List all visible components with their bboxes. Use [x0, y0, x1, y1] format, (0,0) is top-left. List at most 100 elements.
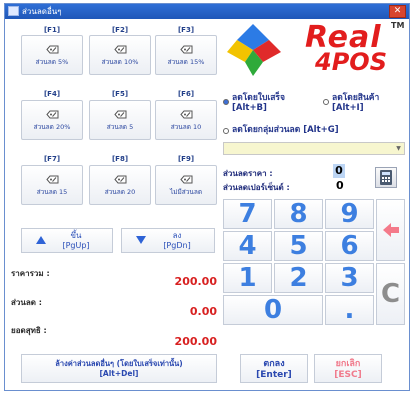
clear-key[interactable]: C — [376, 263, 405, 325]
page-down-line2: [PgDn] — [163, 241, 191, 250]
price-discount-label: ส่วนลดราคา : — [223, 169, 273, 178]
key-9[interactable]: 9 — [325, 199, 374, 229]
discount-button-label: ส่วนลด 10% — [101, 58, 139, 66]
discount-button-label: ส่วนลด 10 — [170, 123, 202, 131]
fkey-label-f9: [F9] — [177, 155, 195, 163]
fkey-label-f5: [F5] — [111, 90, 129, 98]
calculator-button[interactable] — [375, 167, 397, 188]
ok-line2: [Enter] — [256, 370, 292, 380]
percent-discount-label: ส่วนลดเปอร์เซ็นต์ : — [223, 183, 290, 192]
tag-icon — [113, 175, 126, 184]
key-2[interactable]: 2 — [274, 263, 323, 293]
page-up-button[interactable]: ขึ้น [PgUp] — [21, 228, 113, 253]
fkey-label-f3: [F3] — [177, 26, 195, 34]
discount-button-label: ส่วนลด 5 — [106, 123, 134, 131]
discount-button-label: ส่วนลด 15% — [167, 58, 205, 66]
tag-icon — [45, 175, 58, 184]
title-bar: ส่วนลดอื่นๆ ✕ — [5, 4, 409, 19]
discount-10pct-button[interactable]: ส่วนลด 10% — [89, 35, 151, 75]
option-by-receipt-label: ลดโดยใบเสร็จ [Alt+B] — [232, 93, 285, 113]
discount-20pct-button[interactable]: ส่วนลด 20% — [21, 100, 83, 140]
option-by-item-line1: ลดโดยสินค้า — [332, 93, 380, 103]
key-6[interactable]: 6 — [325, 231, 374, 261]
backspace-button[interactable] — [376, 199, 405, 261]
discount-10-baht-button[interactable]: ส่วนลด 10 — [155, 100, 217, 140]
radio-by-group[interactable] — [223, 128, 229, 134]
fkey-label-f1: [F1] — [43, 26, 61, 34]
key-4[interactable]: 4 — [223, 231, 272, 261]
close-button[interactable]: ✕ — [389, 5, 406, 18]
discount-button-label: ส่วนลด 5% — [35, 58, 69, 66]
discount-15-baht-button[interactable]: ส่วนลด 15 — [21, 165, 83, 205]
logo-word-4pos: 4POS — [315, 48, 387, 76]
chevron-down-icon: ▼ — [396, 145, 401, 152]
option-by-receipt-line2: [Alt+B] — [232, 103, 267, 113]
ok-button[interactable]: ตกลง [Enter] — [240, 354, 308, 383]
discount-group-select[interactable]: ▼ — [223, 142, 405, 155]
tag-icon — [45, 110, 58, 119]
arrow-left-icon — [382, 223, 399, 237]
net-label: ยอดสุทธิ : — [11, 326, 47, 335]
tag-icon — [113, 110, 126, 119]
key-5[interactable]: 5 — [274, 231, 323, 261]
option-by-group-label: ลดโดยกลุ่มส่วนลด [Alt+G] — [232, 125, 339, 135]
ok-line1: ตกลง — [263, 359, 285, 369]
discount-15pct-button[interactable]: ส่วนลด 15% — [155, 35, 217, 75]
radio-by-item[interactable] — [323, 99, 329, 105]
key-dot[interactable]: . — [325, 295, 374, 325]
radio-by-receipt[interactable] — [223, 99, 229, 105]
arrow-up-icon — [36, 236, 46, 244]
tag-icon — [179, 45, 192, 54]
discount-label: ส่วนลด : — [11, 298, 42, 307]
clear-button-line1: ล้างค่าส่วนลดอื่นๆ (โดยใบเสร็จเท่านั้น) — [55, 359, 183, 368]
discount-20-baht-button[interactable]: ส่วนลด 20 — [89, 165, 151, 205]
tag-icon — [179, 175, 192, 184]
price-discount-input[interactable]: 0 — [333, 164, 345, 178]
key-1[interactable]: 1 — [223, 263, 272, 293]
discount-button-label: ไม่มีส่วนลด — [169, 188, 203, 196]
tag-icon — [113, 45, 126, 54]
key-8[interactable]: 8 — [274, 199, 323, 229]
fkey-label-f6: [F6] — [177, 90, 195, 98]
discount-5-baht-button[interactable]: ส่วนลด 5 — [89, 100, 151, 140]
fkey-label-f8: [F8] — [111, 155, 129, 163]
percent-discount-input[interactable]: 0 — [336, 179, 344, 192]
tag-icon — [179, 110, 192, 119]
tag-icon — [45, 45, 58, 54]
net-value: 200.00 — [174, 335, 217, 348]
calculator-icon — [380, 170, 392, 185]
discount-window: ส่วนลดอื่นๆ ✕ [F1] [F2] [F3] ส่วนลด 5% ส… — [4, 3, 410, 391]
option-by-receipt-line1: ลดโดยใบเสร็จ — [232, 93, 285, 103]
real4pos-logo: Real TM 4POS — [223, 20, 405, 78]
logo-mark-icon — [227, 24, 281, 76]
clear-button-line2: [Alt+Del] — [99, 369, 139, 378]
arrow-down-icon — [136, 236, 146, 244]
no-discount-button[interactable]: ไม่มีส่วนลด — [155, 165, 217, 205]
fkey-label-f7: [F7] — [43, 155, 61, 163]
cancel-button[interactable]: ยกเลิก [ESC] — [314, 354, 382, 383]
page-up-line1: ขึ้น — [70, 231, 82, 240]
discount-button-label: ส่วนลด 15 — [36, 188, 68, 196]
page-up-line2: [PgUp] — [62, 241, 90, 250]
window-title: ส่วนลดอื่นๆ — [22, 7, 62, 16]
cancel-line1: ยกเลิก — [335, 359, 361, 369]
fkey-label-f2: [F2] — [111, 26, 129, 34]
discount-button-label: ส่วนลด 20 — [104, 188, 136, 196]
option-by-item-label: ลดโดยสินค้า [Alt+I] — [332, 93, 379, 113]
key-7[interactable]: 7 — [223, 199, 272, 229]
option-by-item-line2: [Alt+I] — [332, 103, 364, 113]
page-down-button[interactable]: ลง [PgDn] — [121, 228, 215, 253]
key-0[interactable]: 0 — [223, 295, 323, 325]
discount-5pct-button[interactable]: ส่วนลด 5% — [21, 35, 83, 75]
discount-value: 0.00 — [189, 305, 217, 318]
page-down-line1: ลง — [172, 231, 182, 240]
total-value: 200.00 — [174, 275, 217, 288]
fkey-label-f4: [F4] — [43, 90, 61, 98]
app-icon — [8, 6, 19, 16]
total-label: ราคารวม : — [11, 269, 50, 278]
discount-button-label: ส่วนลด 20% — [33, 123, 71, 131]
logo-tm: TM — [391, 21, 405, 30]
clear-discount-button[interactable]: ล้างค่าส่วนลดอื่นๆ (โดยใบเสร็จเท่านั้น) … — [21, 354, 217, 383]
key-3[interactable]: 3 — [325, 263, 374, 293]
cancel-line2: [ESC] — [334, 370, 362, 380]
